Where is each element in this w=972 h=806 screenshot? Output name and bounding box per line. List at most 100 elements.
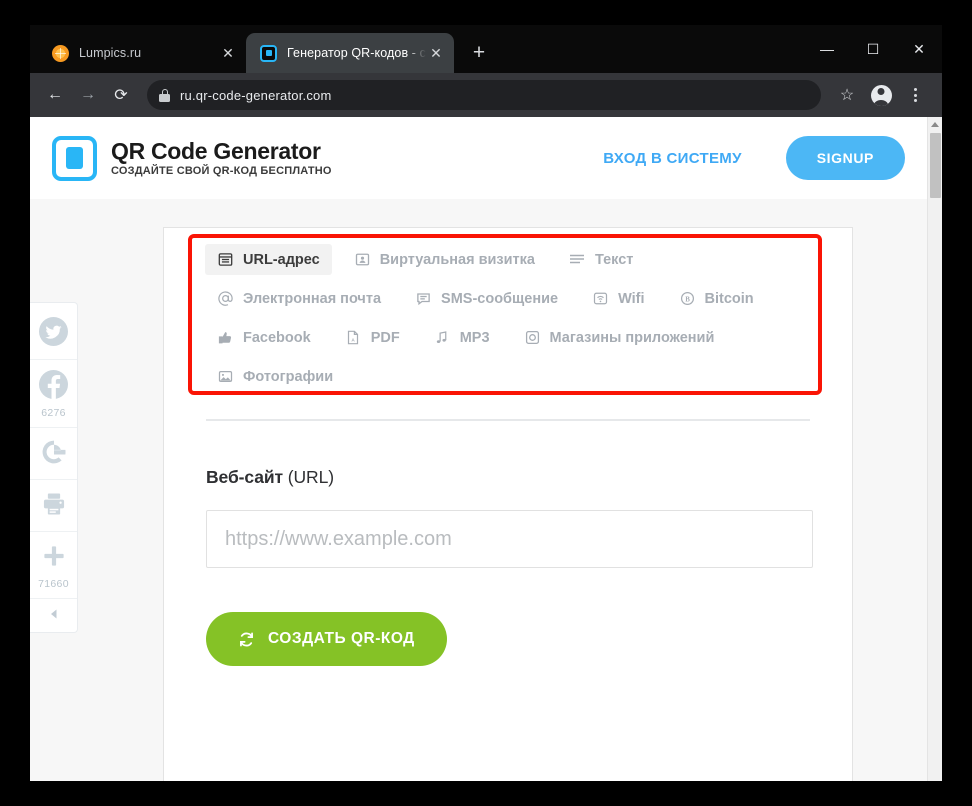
qr-tab-label: SMS-сообщение bbox=[441, 290, 559, 307]
browser-window-icon bbox=[217, 251, 234, 268]
browser-toolbar: ← → ⟳ ru.qr-code-generator.com ☆ bbox=[30, 73, 942, 117]
back-arrow-icon[interactable]: ← bbox=[40, 80, 70, 110]
qr-tab-label: URL-адрес bbox=[243, 251, 320, 268]
share-twitter-button[interactable] bbox=[30, 307, 77, 360]
qr-tab-row: Фотографии bbox=[205, 361, 830, 392]
scroll-up-arrow-icon[interactable] bbox=[931, 122, 939, 127]
window-minimize-icon[interactable]: — bbox=[804, 25, 850, 73]
qr-tab-sms[interactable]: SMS-сообщение bbox=[403, 283, 570, 314]
bookmark-star-icon[interactable]: ☆ bbox=[832, 80, 862, 110]
qr-logo-icon bbox=[52, 135, 97, 181]
qr-generator-card: URL-адрес Виртуальная визитка Текст Элек… bbox=[163, 227, 853, 781]
header-actions: ВХОД В СИСТЕМУ SIGNUP bbox=[603, 136, 905, 180]
qr-tab-mp3[interactable]: MP3 bbox=[422, 322, 502, 353]
collapse-left-arrow-icon bbox=[48, 608, 60, 623]
qr-type-tabs: URL-адрес Виртуальная визитка Текст Элек… bbox=[164, 228, 852, 398]
window-close-icon[interactable]: ✕ bbox=[896, 25, 942, 73]
facebook-icon bbox=[39, 370, 68, 404]
page-scrollbar[interactable] bbox=[927, 117, 942, 781]
qr-tab-email[interactable]: Электронная почта bbox=[205, 283, 393, 314]
svg-text:B: B bbox=[685, 296, 690, 303]
qr-tab-label: Bitcoin bbox=[704, 290, 754, 307]
address-bar-url: ru.qr-code-generator.com bbox=[180, 87, 332, 103]
qr-tab-wifi[interactable]: Wifi bbox=[580, 283, 656, 314]
refresh-icon bbox=[238, 631, 255, 648]
browser-tab-title: Lumpics.ru bbox=[79, 46, 142, 60]
qr-tab-text[interactable]: Текст bbox=[557, 244, 645, 275]
photo-icon bbox=[217, 368, 234, 385]
url-field-label-bold: Веб-сайт bbox=[206, 467, 283, 487]
chat-bubble-icon bbox=[415, 290, 432, 307]
scrollbar-thumb[interactable] bbox=[930, 133, 941, 198]
signup-button[interactable]: SIGNUP bbox=[785, 136, 905, 180]
facebook-share-count: 6276 bbox=[41, 407, 66, 419]
login-link[interactable]: ВХОД В СИСТЕМУ bbox=[603, 150, 741, 167]
forward-arrow-icon[interactable]: → bbox=[73, 80, 103, 110]
url-field-label-suffix: (URL) bbox=[283, 467, 334, 487]
qr-tab-label: Виртуальная визитка bbox=[379, 251, 535, 268]
qr-tab-row: URL-адрес Виртуальная визитка Текст bbox=[205, 244, 830, 275]
website-url-input[interactable] bbox=[206, 510, 813, 568]
qr-tab-label: Текст bbox=[594, 251, 634, 268]
qr-tab-label: Facebook bbox=[243, 329, 311, 346]
brand[interactable]: QR Code Generator СОЗДАЙТЕ СВОЙ QR-КОД Б… bbox=[52, 135, 332, 181]
qr-tab-label: Магазины приложений bbox=[549, 329, 715, 346]
qr-form: Веб-сайт (URL) СОЗДАТЬ Q bbox=[164, 421, 852, 666]
site-header: QR Code Generator СОЗДАЙТЕ СВОЙ QR-КОД Б… bbox=[30, 117, 942, 199]
qr-tab-vcard[interactable]: Виртуальная визитка bbox=[342, 244, 547, 275]
qr-tab-facebook[interactable]: Facebook bbox=[205, 322, 323, 353]
share-google-button[interactable] bbox=[30, 428, 77, 480]
share-more-button[interactable]: 71660 bbox=[30, 532, 77, 599]
tab-close-icon[interactable]: ✕ bbox=[218, 43, 238, 63]
browser-window: Lumpics.ru ✕ Генератор QR-кодов - создав… bbox=[30, 25, 942, 781]
qr-tab-pdf[interactable]: A PDF bbox=[333, 322, 412, 353]
svg-text:A: A bbox=[352, 337, 356, 342]
qr-code-favicon-icon bbox=[260, 44, 277, 62]
vcard-icon bbox=[354, 251, 371, 268]
qr-tab-bitcoin[interactable]: B Bitcoin bbox=[667, 283, 766, 314]
qr-tab-url[interactable]: URL-адрес bbox=[205, 244, 332, 275]
browser-tab-lumpics[interactable]: Lumpics.ru ✕ bbox=[38, 33, 246, 73]
qr-tab-row: Электронная почта SMS-сообщение Wifi B B… bbox=[205, 283, 830, 314]
generate-qr-button[interactable]: СОЗДАТЬ QR-КОД bbox=[206, 612, 447, 666]
bitcoin-icon: B bbox=[679, 290, 696, 307]
printer-icon bbox=[40, 490, 68, 523]
tab-close-icon[interactable]: ✕ bbox=[426, 43, 446, 63]
text-lines-icon bbox=[569, 251, 586, 268]
three-dot-menu-icon[interactable] bbox=[900, 80, 930, 110]
new-tab-button[interactable]: + bbox=[462, 36, 496, 70]
browser-tab-strip: Lumpics.ru ✕ Генератор QR-кодов - создав… bbox=[30, 25, 942, 73]
qr-tab-label: Фотографии bbox=[243, 368, 334, 385]
qr-type-tab-rows: URL-адрес Виртуальная визитка Текст Элек… bbox=[205, 244, 830, 392]
lumpics-favicon-icon bbox=[52, 44, 69, 62]
qr-tab-label: PDF bbox=[370, 329, 400, 346]
total-share-count: 71660 bbox=[38, 578, 69, 590]
share-facebook-button[interactable]: 6276 bbox=[30, 360, 77, 428]
brand-subtitle: СОЗДАЙТЕ СВОЙ QR-КОД БЕСПЛАТНО bbox=[111, 165, 332, 178]
social-share-rail: 6276 71660 bbox=[30, 302, 78, 633]
browser-tab-qr-generator[interactable]: Генератор QR-кодов - создавай ✕ bbox=[246, 33, 454, 73]
address-bar[interactable]: ru.qr-code-generator.com bbox=[147, 80, 821, 110]
print-button[interactable] bbox=[30, 480, 77, 532]
twitter-icon bbox=[39, 317, 68, 351]
at-sign-icon bbox=[217, 290, 234, 307]
profile-avatar-icon[interactable] bbox=[866, 80, 896, 110]
collapse-rail-button[interactable] bbox=[30, 599, 77, 630]
app-store-icon bbox=[524, 329, 541, 346]
qr-tab-label: MP3 bbox=[459, 329, 490, 346]
pdf-file-icon: A bbox=[345, 329, 362, 346]
reload-icon[interactable]: ⟳ bbox=[106, 80, 136, 110]
window-controls: — ☐ ✕ bbox=[804, 25, 942, 73]
lock-icon bbox=[159, 88, 170, 102]
window-maximize-icon[interactable]: ☐ bbox=[850, 25, 896, 73]
brand-title: QR Code Generator bbox=[111, 137, 321, 164]
qr-tab-photos[interactable]: Фотографии bbox=[205, 361, 345, 392]
url-field-label: Веб-сайт (URL) bbox=[206, 467, 810, 488]
qr-tab-label: Электронная почта bbox=[243, 290, 382, 307]
qr-tab-row: Facebook A PDF MP3 Магазины приложений bbox=[205, 322, 830, 353]
wifi-icon bbox=[592, 290, 609, 307]
qr-tab-app-stores[interactable]: Магазины приложений bbox=[512, 322, 727, 353]
music-note-icon bbox=[434, 329, 451, 346]
qr-tab-label: Wifi bbox=[618, 290, 645, 307]
google-icon bbox=[40, 438, 68, 471]
